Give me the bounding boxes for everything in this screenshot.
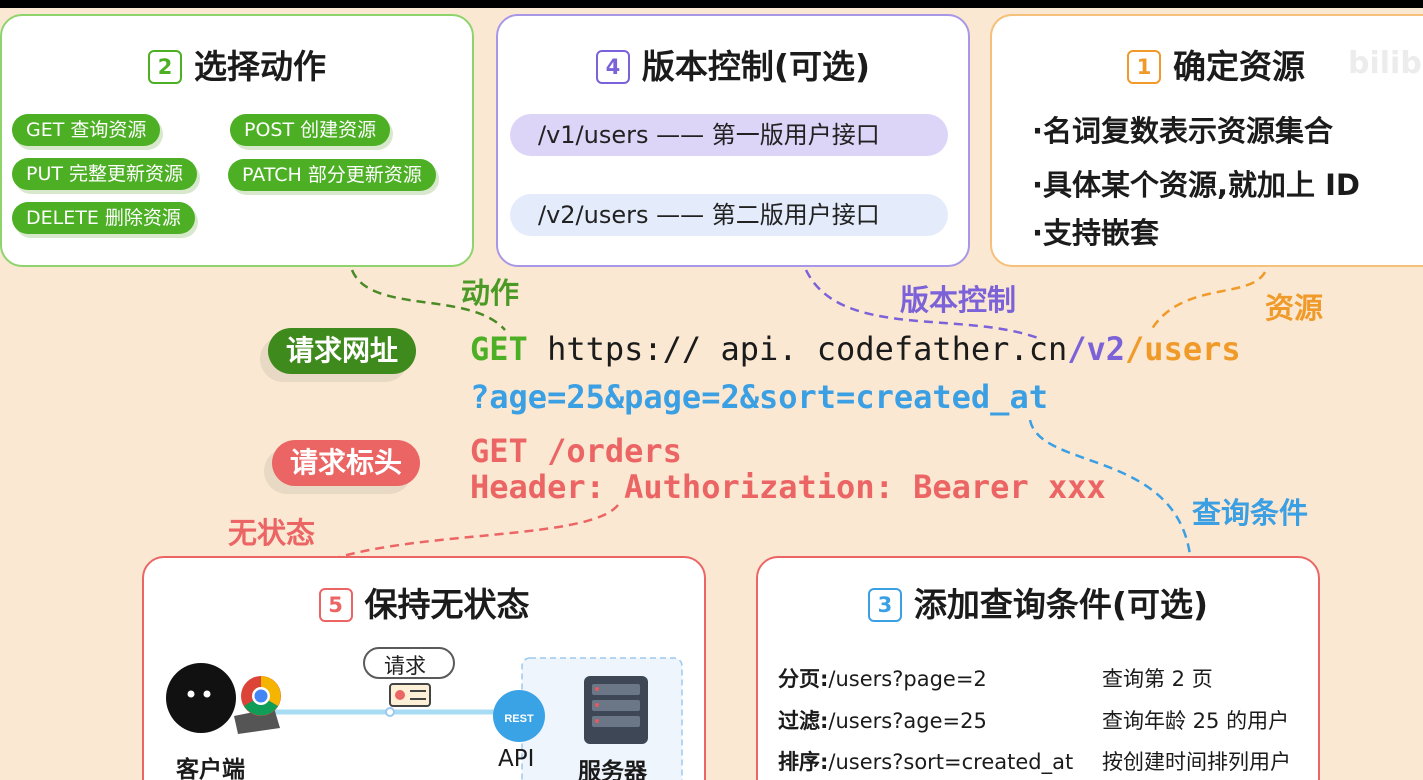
header-line: Header: Authorization: Bearer xxx	[470, 468, 1106, 506]
resource-connector	[1148, 271, 1267, 333]
query-desc: 按创建时间排列用户	[1102, 750, 1291, 774]
stateless-card: 5 保持无状态 REST 请求 客户端 API 服务器	[142, 556, 706, 780]
query-desc: 查询年龄 25 的用户	[1102, 709, 1290, 733]
resource-label: 资源	[1265, 291, 1324, 325]
url-host: https:// api. codefather.cn	[547, 330, 1068, 368]
request-url: GET https:// api. codefather.cn/v2/users	[470, 330, 1241, 368]
stateless-illustration: REST	[166, 647, 683, 780]
url-slash: /	[1067, 330, 1087, 368]
request-header-tag: 请求标头	[272, 440, 421, 486]
step-number: 3	[867, 588, 902, 622]
url-version: v2	[1086, 330, 1126, 368]
rest-text: REST	[504, 713, 534, 725]
version-label: 版本控制	[900, 283, 1017, 317]
stateless-connector	[329, 504, 619, 562]
query-row-page: 分页:/users?page=2	[778, 667, 987, 691]
header-line: GET /orders	[470, 432, 682, 470]
url-resource: /users	[1125, 330, 1241, 368]
query-row-filter: 过滤:/users?age=25	[778, 709, 987, 733]
request-text: 请求	[384, 654, 426, 678]
stateless-label: 无状态	[228, 516, 316, 550]
query-row-sort: 排序:/users?sort=created_at	[778, 750, 1074, 774]
action-label: 动作	[461, 276, 520, 310]
request-url-tag: 请求网址	[268, 328, 417, 374]
query-label: 查询条件	[1192, 496, 1309, 530]
url-method: GET	[470, 330, 528, 368]
api-label: API	[498, 746, 535, 772]
query-card: 3 添加查询条件(可选) 分页:/users?page=2 查询第 2 页 过滤:…	[756, 556, 1320, 780]
client-avatar	[166, 663, 236, 733]
url-query: ?age=25&page=2&sort=created_at	[470, 378, 1048, 416]
query-desc: 查询第 2 页	[1102, 667, 1213, 691]
server-label: 服务器	[578, 759, 647, 780]
client-label: 客户端	[176, 757, 245, 780]
query-title: 3 添加查询条件(可选)	[758, 578, 1318, 626]
